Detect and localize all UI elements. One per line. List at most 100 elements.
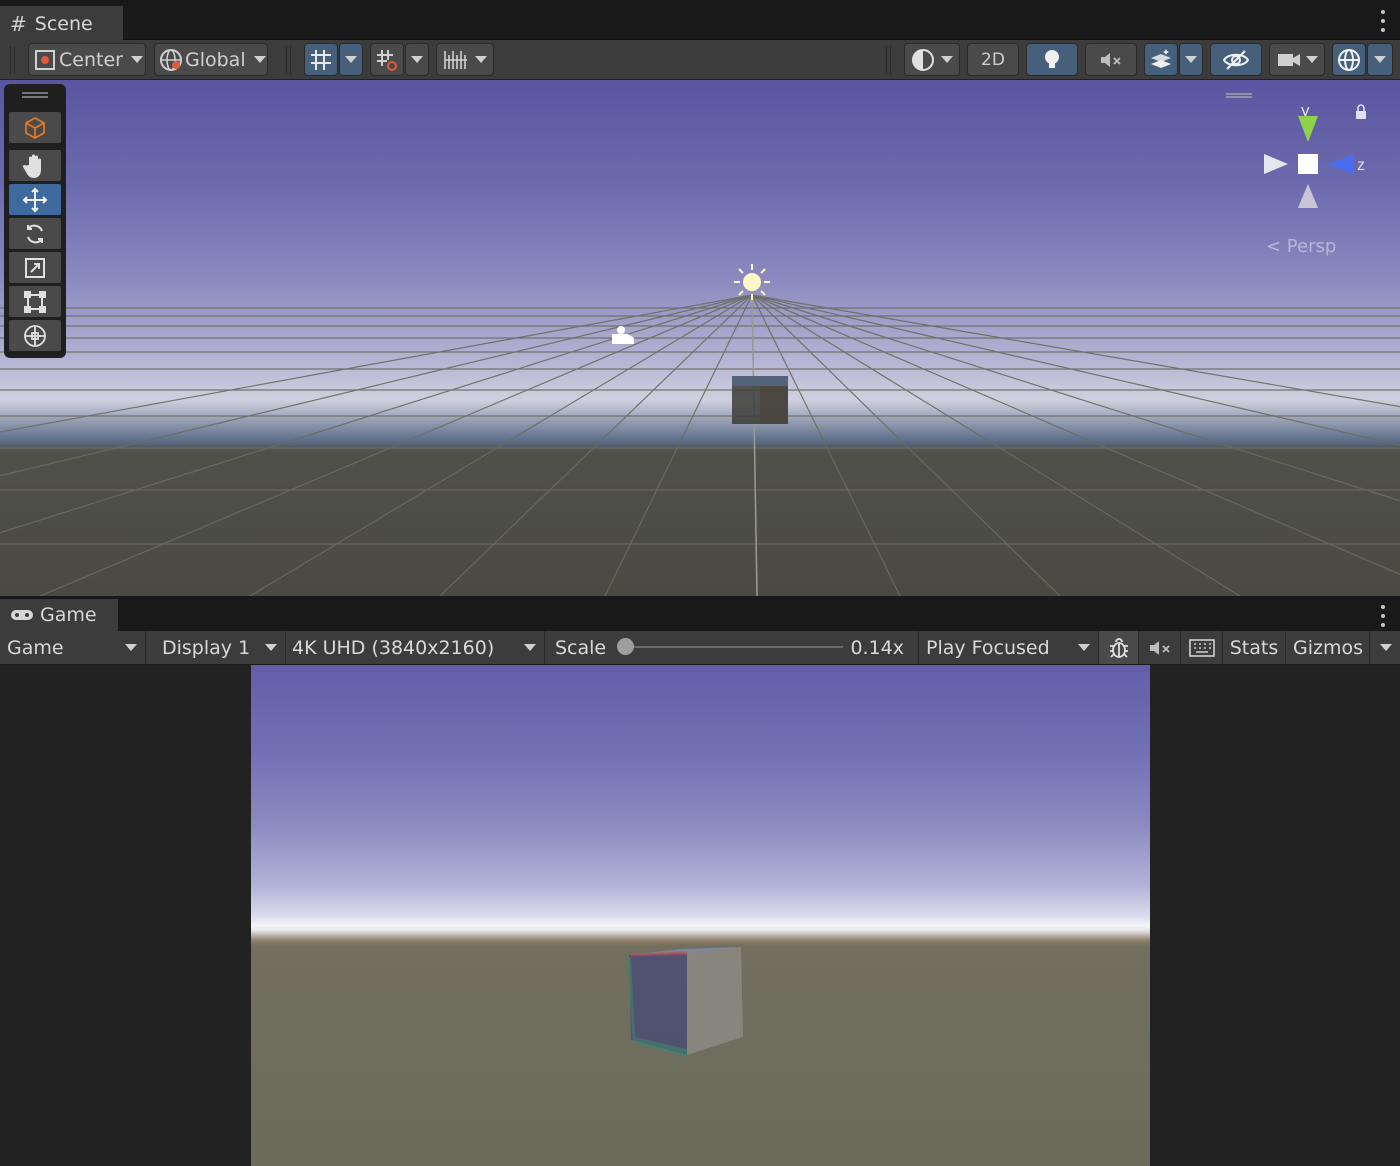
keyboard-toggle[interactable] (1181, 631, 1223, 664)
display-dropdown[interactable]: Display 1 (146, 631, 286, 664)
tab-scene[interactable]: # Scene (0, 6, 123, 40)
resolution-dropdown[interactable]: 4K UHD (3840x2160) (286, 631, 545, 664)
tab-game[interactable]: Game (0, 599, 118, 631)
effects-dropdown[interactable] (1179, 43, 1203, 76)
chevron-down-icon (265, 644, 277, 651)
frame-debugger-button[interactable] (1099, 631, 1139, 664)
projection-label[interactable]: < Persp (1266, 236, 1336, 257)
rect-transform-icon (24, 290, 46, 313)
grid-snap-icon (311, 49, 331, 70)
tool-scale[interactable] (9, 252, 61, 283)
sun-light-icon[interactable] (734, 264, 770, 300)
gizmo-neg-y-arrow[interactable] (1298, 184, 1318, 208)
grid-snap-toggle[interactable] (304, 43, 338, 76)
gamepad-icon (11, 610, 33, 620)
bug-icon (1109, 637, 1128, 658)
game-view-dropdown[interactable]: Game (0, 631, 146, 664)
camera-gizmo-icon[interactable] (612, 326, 634, 344)
increment-snap-dropdown[interactable] (405, 43, 429, 76)
lock-icon[interactable] (1354, 104, 1368, 120)
gizmo-z-axis-arrow[interactable] (1328, 154, 1354, 174)
cube-icon (25, 116, 45, 139)
gizmos-dropdown[interactable] (1367, 43, 1393, 76)
stats-label: Stats (1229, 636, 1279, 659)
chevron-down-icon (130, 56, 143, 63)
scene-ground-grid (0, 264, 1400, 596)
transform-icon (24, 324, 46, 347)
tool-transform[interactable] (9, 320, 61, 351)
scene-tab-bar: # Scene (0, 0, 1400, 40)
audio-mute-icon (1101, 52, 1121, 67)
gizmo-globe-icon (1338, 48, 1360, 71)
toggle-2d-button[interactable]: 2D (967, 43, 1019, 76)
game-toolbar: Game Display 1 4K UHD (3840x2160) Scale … (0, 631, 1400, 665)
play-mode-dropdown[interactable]: Play Focused (919, 631, 1099, 664)
toolbar-grip[interactable] (286, 46, 291, 74)
rotate-icon (27, 224, 43, 243)
palette-drag-handle[interactable] (22, 92, 48, 98)
gizmos-toggle[interactable] (1332, 43, 1366, 76)
audio-toggle[interactable] (1085, 43, 1137, 76)
scene-hash-icon: # (10, 12, 27, 36)
shading-sphere-icon (912, 48, 934, 71)
gizmo-center-cube[interactable] (1298, 154, 1318, 174)
tool-view-cube[interactable] (9, 112, 61, 143)
game-more-menu-icon[interactable] (1380, 605, 1386, 627)
scene-tab-label: Scene (34, 13, 93, 35)
chevron-down-icon (1374, 56, 1386, 63)
scale-icon (25, 257, 45, 278)
chevron-down-icon (1185, 56, 1197, 63)
scene-visibility-toggle[interactable] (1210, 43, 1262, 76)
ruler-icon (444, 50, 467, 69)
game-audio-toggle[interactable] (1139, 631, 1181, 664)
tool-rect[interactable] (9, 286, 61, 317)
chevron-down-icon (125, 644, 137, 651)
scale-label: Scale (555, 636, 607, 659)
tool-move[interactable] (9, 184, 61, 215)
audio-mute-icon (1149, 640, 1170, 655)
game-tab-label: Game (40, 604, 97, 626)
overlay-drag-handle[interactable] (1226, 93, 1252, 98)
tool-hand[interactable] (9, 150, 61, 181)
chevron-down-icon (345, 56, 357, 63)
orientation-gizmo[interactable]: y z (1258, 96, 1378, 256)
scale-slider-knob[interactable] (617, 638, 634, 655)
hand-icon (23, 154, 41, 178)
effects-toggle[interactable] (1144, 43, 1178, 76)
lighting-toggle[interactable] (1026, 43, 1078, 76)
game-render-canvas[interactable] (251, 665, 1150, 1166)
gizmo-y-axis-arrow[interactable] (1298, 116, 1318, 142)
scale-slider-track[interactable] (625, 646, 843, 648)
keyboard-icon (1188, 638, 1215, 657)
toggle-2d-label: 2D (981, 49, 1005, 70)
chevron-down-icon (253, 56, 266, 63)
draw-mode-dropdown[interactable] (904, 43, 960, 76)
toolbar-grip[interactable] (10, 46, 15, 74)
gizmo-neg-x-arrow[interactable] (1264, 154, 1288, 174)
resolution-label: 4K UHD (3840x2160) (292, 636, 495, 659)
increment-snap-icon (377, 49, 397, 71)
scene-viewport[interactable] (0, 80, 1400, 596)
game-view-label: Game (7, 636, 64, 659)
globe-icon (160, 48, 182, 71)
increment-snap-toggle[interactable] (370, 43, 404, 76)
game-cube (627, 947, 743, 1057)
ruler-dropdown[interactable] (436, 43, 494, 76)
grid-snap-dropdown[interactable] (339, 43, 363, 76)
tool-rotate[interactable] (9, 218, 61, 249)
gizmos-button[interactable]: Gizmos (1286, 631, 1370, 664)
stats-button[interactable]: Stats (1223, 631, 1286, 664)
scene-cube[interactable] (732, 376, 788, 424)
scale-value: 0.14x (850, 636, 904, 659)
gizmos-dropdown[interactable] (1370, 631, 1400, 664)
pivot-mode-dropdown[interactable]: Center (28, 43, 146, 76)
chevron-down-icon (1306, 56, 1318, 63)
tool-palette (4, 84, 66, 358)
chevron-down-icon (411, 56, 423, 63)
toolbar-grip[interactable] (886, 46, 891, 74)
camera-dropdown[interactable] (1269, 43, 1325, 76)
display-label: Display 1 (162, 636, 251, 659)
pivot-rotation-dropdown[interactable]: Global (154, 43, 268, 76)
scene-more-menu-icon[interactable] (1380, 10, 1386, 32)
chevron-down-icon (1380, 644, 1392, 651)
